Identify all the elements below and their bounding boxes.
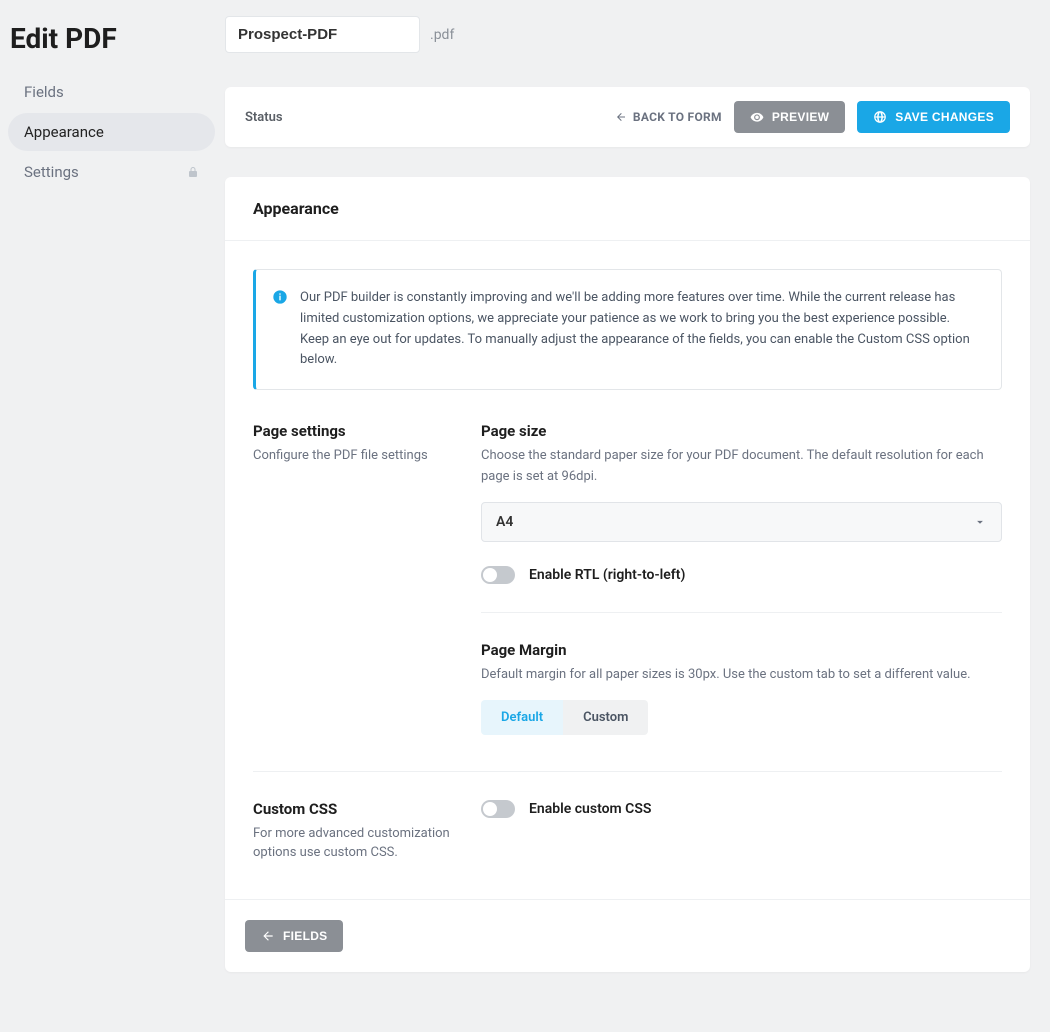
margin-tab-group: Default Custom	[481, 700, 648, 735]
status-actions: BACK TO FORM PREVIEW SAVE CHANGES	[615, 101, 1010, 133]
footer-bar: FIELDS	[225, 899, 1030, 972]
custom-css-toggle[interactable]	[481, 800, 515, 818]
filename-ext: .pdf	[430, 27, 454, 43]
fields-button-label: FIELDS	[283, 929, 327, 943]
sidebar-item-appearance[interactable]: Appearance	[8, 113, 215, 151]
lock-icon	[187, 165, 199, 179]
section-title: Appearance	[253, 199, 1002, 218]
filename-row: .pdf	[225, 10, 1030, 53]
fields-button[interactable]: FIELDS	[245, 920, 343, 952]
info-banner: Our PDF builder is constantly improving …	[253, 269, 1002, 390]
chevron-down-icon	[973, 515, 987, 529]
custom-css-toggle-row: Enable custom CSS	[481, 800, 1002, 818]
rtl-toggle[interactable]	[481, 566, 515, 584]
info-banner-text: Our PDF builder is constantly improving …	[300, 288, 981, 371]
toggle-knob	[483, 568, 497, 582]
custom-css-toggle-label: Enable custom CSS	[529, 801, 651, 817]
page-size-title: Page size	[481, 422, 1002, 440]
section-header: Appearance	[225, 177, 1030, 241]
save-changes-button[interactable]: SAVE CHANGES	[857, 101, 1010, 133]
main-content: .pdf Status BACK TO FORM PREVIEW SA	[225, 0, 1050, 1032]
status-label: Status	[245, 110, 283, 125]
status-card: Status BACK TO FORM PREVIEW SAVE CHANGES	[225, 87, 1030, 147]
preview-label: PREVIEW	[772, 110, 829, 124]
custom-css-desc: For more advanced customization options …	[253, 824, 453, 863]
save-label: SAVE CHANGES	[895, 110, 994, 124]
globe-icon	[873, 110, 887, 124]
appearance-card: Appearance Our PDF builder is constantly…	[225, 177, 1030, 972]
sidebar-item-settings[interactable]: Settings	[8, 153, 215, 191]
page-settings-row: Page settings Configure the PDF file set…	[253, 422, 1002, 762]
sidebar-item-label: Fields	[24, 83, 64, 101]
page-margin-desc: Default margin for all paper sizes is 30…	[481, 665, 1002, 686]
arrow-left-icon	[615, 111, 627, 123]
divider	[481, 612, 1002, 613]
custom-css-row: Custom CSS For more advanced customizati…	[253, 800, 1002, 871]
custom-css-title: Custom CSS	[253, 800, 453, 818]
rtl-toggle-label: Enable RTL (right-to-left)	[529, 567, 685, 583]
page-size-select[interactable]: A4	[481, 502, 1002, 542]
back-to-form-link[interactable]: BACK TO FORM	[615, 110, 722, 124]
toggle-knob	[483, 802, 497, 816]
tab-label: Default	[501, 710, 543, 725]
page-margin-title: Page Margin	[481, 641, 1002, 659]
page-size-desc: Choose the standard paper size for your …	[481, 446, 1002, 488]
status-bar: Status BACK TO FORM PREVIEW SAVE CHANGES	[225, 87, 1030, 147]
tab-custom[interactable]: Custom	[563, 700, 648, 735]
back-label: BACK TO FORM	[633, 110, 722, 124]
filename-input[interactable]	[225, 16, 420, 53]
arrow-left-icon	[261, 929, 275, 943]
tab-default[interactable]: Default	[481, 700, 563, 735]
section-divider	[253, 771, 1002, 772]
info-icon	[272, 289, 288, 305]
rtl-toggle-row: Enable RTL (right-to-left)	[481, 566, 1002, 584]
sidebar-item-fields[interactable]: Fields	[8, 73, 215, 111]
preview-button[interactable]: PREVIEW	[734, 101, 845, 133]
page-settings-title: Page settings	[253, 422, 453, 440]
sidebar-item-label: Appearance	[24, 123, 104, 141]
page-title: Edit PDF	[8, 10, 215, 73]
sidebar: Edit PDF Fields Appearance Settings	[0, 0, 225, 1032]
tab-label: Custom	[583, 710, 628, 725]
page-size-value: A4	[496, 514, 513, 530]
sidebar-item-label: Settings	[24, 163, 79, 181]
eye-icon	[750, 110, 764, 124]
page-settings-desc: Configure the PDF file settings	[253, 446, 453, 466]
